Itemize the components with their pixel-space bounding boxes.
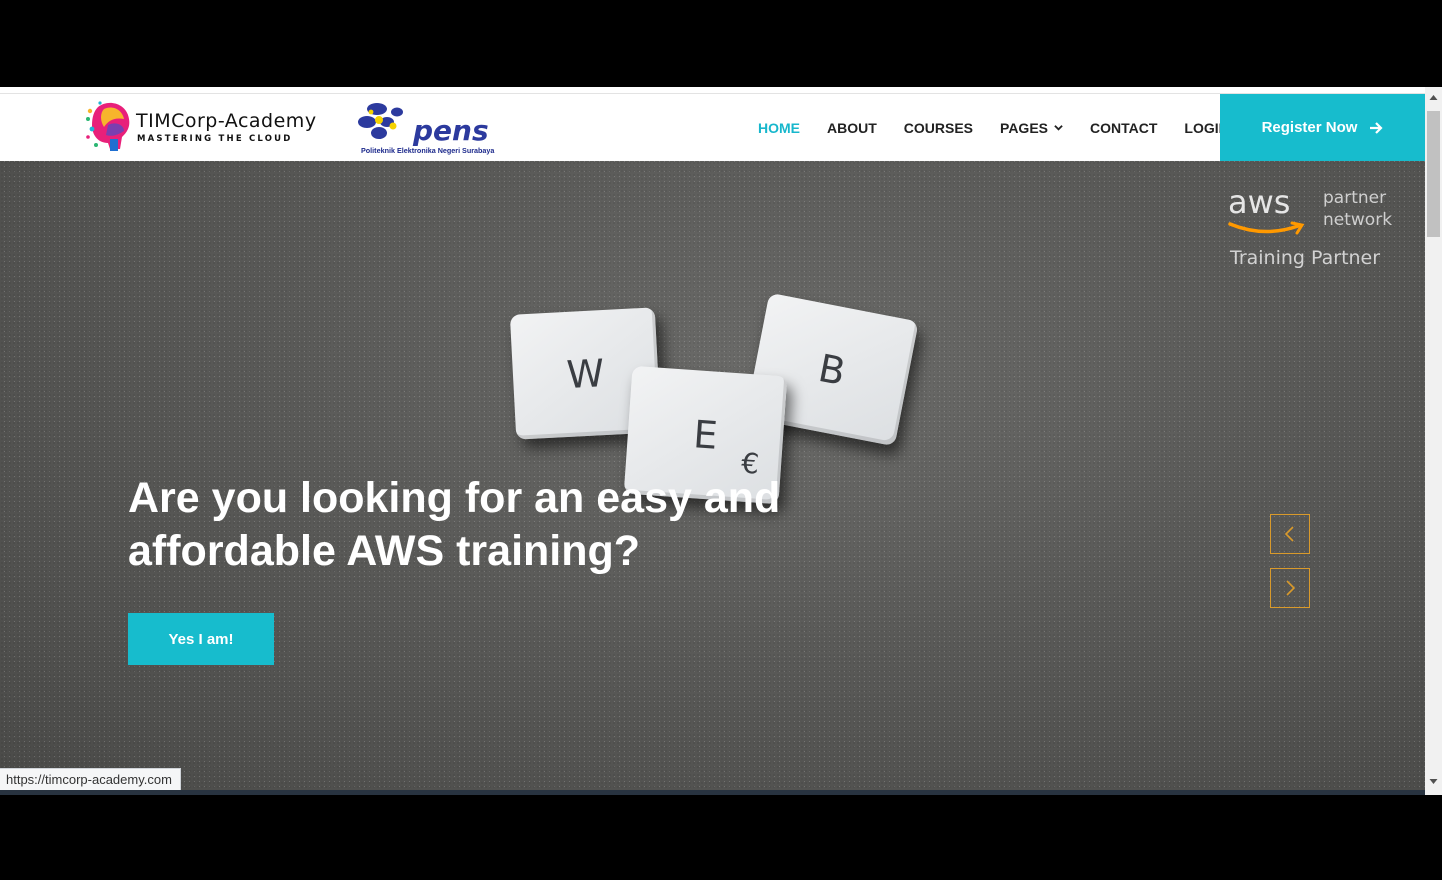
aws-partner-network: partner network	[1323, 187, 1392, 231]
brand-name: TIMCorp-Academy	[136, 110, 317, 132]
nav-about[interactable]: ABOUT	[827, 120, 877, 136]
main-nav: HOME ABOUT COURSES PAGES CONTACT LOGIN	[744, 94, 1256, 161]
chevron-right-icon	[1286, 580, 1296, 596]
pens-wordmark: pens	[412, 114, 489, 147]
scrollbar-thumb[interactable]	[1427, 111, 1440, 237]
register-now-button[interactable]: Register Now	[1220, 94, 1425, 161]
nav-contact[interactable]: CONTACT	[1090, 120, 1157, 136]
nav-pages-label: PAGES	[1000, 119, 1048, 136]
aws-partner-line1: partner	[1323, 188, 1387, 208]
nav-courses[interactable]: COURSES	[904, 120, 973, 136]
chevron-down-icon	[1054, 125, 1063, 131]
pens-wordmark-icon: pens	[412, 114, 489, 147]
letterbox-top	[0, 0, 1442, 87]
aws-smile-icon	[1228, 221, 1305, 235]
aws-logo-text: aws	[1228, 183, 1291, 221]
brand-tagline: MASTERING THE CLOUD	[137, 134, 293, 144]
pens-logo[interactable]: pens Politeknik Elektronika Negeri Surab…	[357, 100, 497, 158]
chevron-left-icon	[1284, 526, 1294, 542]
timcorp-logo[interactable]: TIMCorp-Academy MASTERING THE CLOUD	[84, 99, 334, 157]
aws-partner-badge: aws partner network Training Partner	[1226, 183, 1406, 283]
nav-pages[interactable]: PAGES	[1000, 120, 1063, 136]
scroll-up-icon[interactable]	[1429, 93, 1438, 102]
scrabble-tile-e-letter: E	[691, 412, 720, 458]
hero-headline: Are you looking for an easy and affordab…	[128, 474, 781, 575]
slider-prev-button[interactable]	[1270, 514, 1310, 554]
register-now-label: Register Now	[1261, 119, 1358, 136]
site-header: TIMCorp-Academy MASTERING THE CLOUD pens…	[0, 94, 1425, 161]
browser-viewport: TIMCorp-Academy MASTERING THE CLOUD pens…	[0, 87, 1442, 795]
slider-next-button[interactable]	[1270, 568, 1310, 608]
aws-training-partner: Training Partner	[1230, 247, 1381, 269]
page-top-strip	[0, 87, 1425, 94]
scroll-down-icon[interactable]	[1429, 777, 1438, 786]
brain-logo-icon	[86, 101, 130, 151]
link-status-bar: https://timcorp-academy.com	[0, 768, 181, 790]
hero-slider: W B E € Are you looking for an easy and …	[0, 161, 1425, 795]
arrow-right-icon	[1370, 121, 1383, 134]
aws-partner-line2: network	[1323, 210, 1393, 230]
pens-subtitle: Politeknik Elektronika Negeri Surabaya	[361, 146, 495, 155]
yes-i-am-button[interactable]: Yes I am!	[128, 613, 274, 665]
nav-home[interactable]: HOME	[758, 120, 800, 136]
letterbox-bottom	[0, 795, 1442, 880]
page-scrollbar[interactable]	[1425, 87, 1442, 795]
